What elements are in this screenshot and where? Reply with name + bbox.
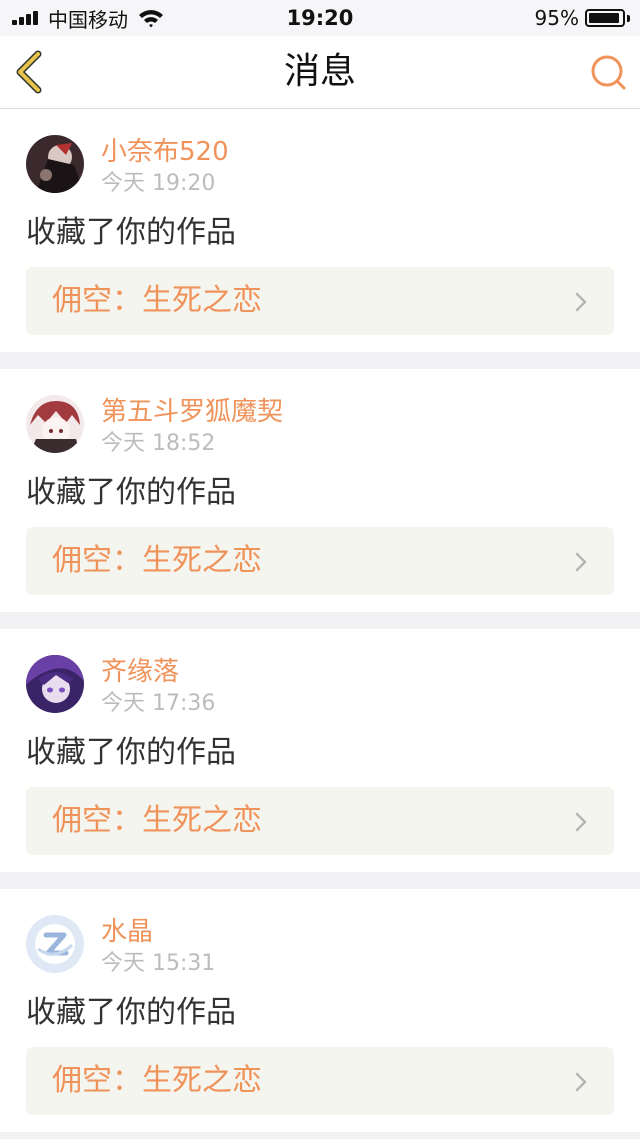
action-text: 收藏了你的作品 <box>26 215 236 250</box>
work-title: 佣空：生死之恋 <box>52 1063 262 1098</box>
work-link[interactable]: 佣空：生死之恋 <box>26 1047 614 1115</box>
timestamp: 今天 19:20 <box>101 171 216 196</box>
screen: 中国移动 19:20 95% 消息 小奈布520 今天 19:20 收藏了你的作… <box>0 0 640 1139</box>
timestamp: 今天 15:31 <box>101 951 216 976</box>
username[interactable]: 小奈布520 <box>101 135 229 169</box>
status-right: 95% <box>535 4 630 32</box>
message-card: 第五斗罗狐魔契 今天 18:52 收藏了你的作品 佣空：生死之恋 <box>0 369 640 612</box>
chevron-right-icon <box>575 1072 587 1092</box>
work-title: 佣空：生死之恋 <box>52 543 262 578</box>
timestamp: 今天 18:52 <box>101 431 216 456</box>
avatar[interactable] <box>26 915 84 973</box>
avatar[interactable] <box>26 135 84 193</box>
action-text: 收藏了你的作品 <box>26 735 236 770</box>
page-title: 消息 <box>283 51 356 92</box>
work-link[interactable]: 佣空：生死之恋 <box>26 527 614 595</box>
avatar[interactable] <box>26 395 84 453</box>
avatar[interactable] <box>26 655 84 713</box>
action-text: 收藏了你的作品 <box>26 995 236 1030</box>
chevron-right-icon <box>575 552 587 572</box>
work-link[interactable]: 佣空：生死之恋 <box>26 267 614 335</box>
message-list: 小奈布520 今天 19:20 收藏了你的作品 佣空：生死之恋 第五斗罗狐魔契 … <box>0 109 640 1139</box>
battery-percent: 95% <box>534 6 579 30</box>
nav-bar: 消息 <box>0 36 640 109</box>
message-card: 水晶 今天 15:31 收藏了你的作品 佣空：生死之恋 <box>0 889 640 1132</box>
work-link[interactable]: 佣空：生死之恋 <box>26 787 614 855</box>
timestamp: 今天 17:36 <box>101 691 216 716</box>
username[interactable]: 齐缘落 <box>101 655 179 689</box>
chevron-right-icon <box>575 812 587 832</box>
battery-tip <box>627 14 630 22</box>
username[interactable]: 水晶 <box>101 915 153 949</box>
message-card: 小奈布520 今天 19:20 收藏了你的作品 佣空：生死之恋 <box>0 109 640 352</box>
message-card: 齐缘落 今天 17:36 收藏了你的作品 佣空：生死之恋 <box>0 629 640 872</box>
search-icon[interactable] <box>588 52 628 92</box>
battery-icon <box>585 9 625 27</box>
status-bar: 中国移动 19:20 95% <box>0 0 640 36</box>
action-text: 收藏了你的作品 <box>26 475 236 510</box>
work-title: 佣空：生死之恋 <box>52 803 262 838</box>
chevron-right-icon <box>575 292 587 312</box>
username[interactable]: 第五斗罗狐魔契 <box>101 395 283 429</box>
work-title: 佣空：生死之恋 <box>52 283 262 318</box>
